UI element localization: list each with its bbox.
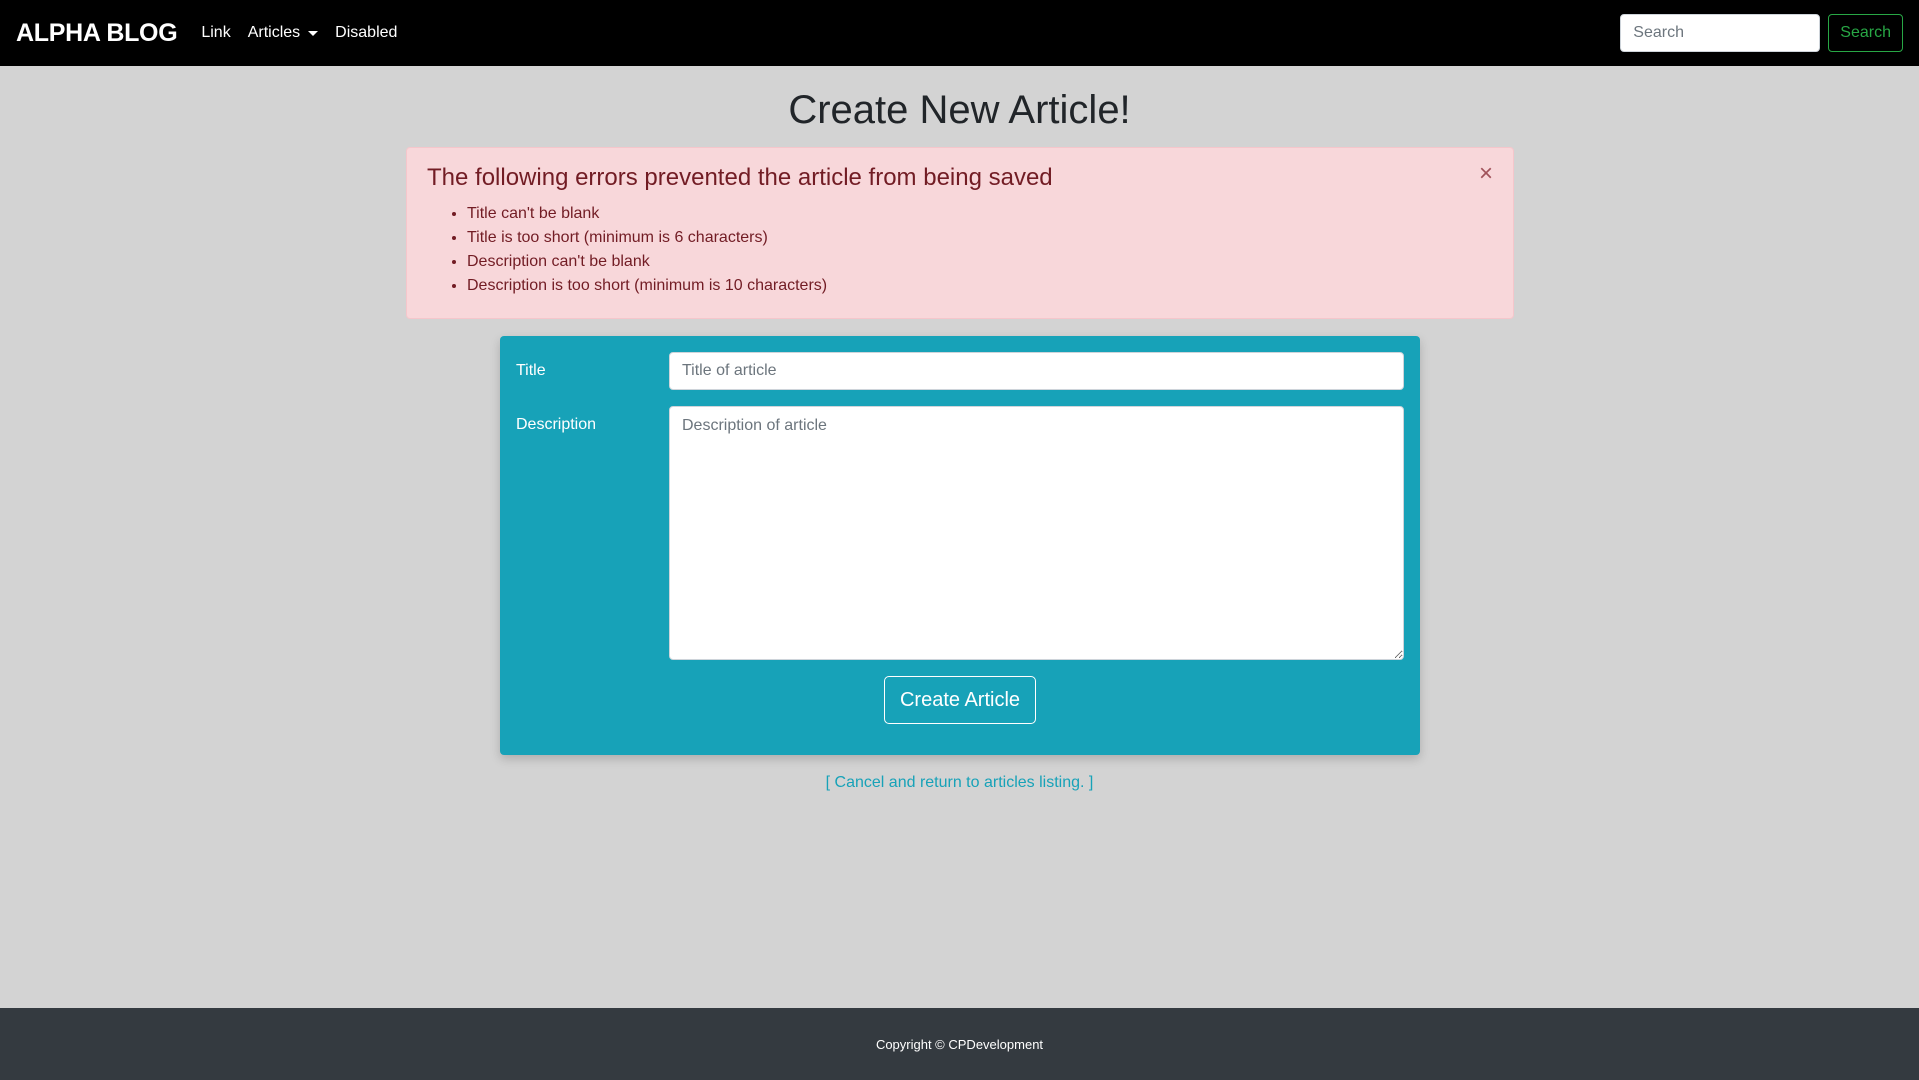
error-item: Description is too short (minimum is 10 … [467,274,1493,298]
title-label: Title [516,362,546,379]
create-article-button[interactable]: Create Article [884,676,1036,724]
copyright-text: Copyright © CPDevelopment [875,1036,1044,1052]
title-input[interactable] [669,352,1404,390]
brand-logo[interactable]: ALPHA BLOG [16,19,178,48]
description-label: Description [516,416,597,433]
error-item: Title is too short (minimum is 6 charact… [467,226,1493,250]
article-form: Title Description Create Article [500,336,1420,755]
alert-heading: The following errors prevented the artic… [427,164,1053,191]
error-item: Title can't be blank [467,202,1493,226]
nav-disabled-label: Disabled [335,24,398,41]
footer: Copyright © CPDevelopment [0,1008,1919,1080]
nav-articles-label: Articles [247,24,301,41]
caret-down-icon [308,30,319,36]
nav-disabled: Disabled [335,24,397,42]
nav-link[interactable]: Link [201,24,230,42]
nav-articles-dropdown[interactable]: Articles [247,24,319,42]
error-item: Description can't be blank [467,250,1493,274]
error-alert: The following errors prevented the artic… [406,147,1514,319]
close-icon[interactable]: × [1479,162,1493,186]
page-title: Create New Article! [788,88,1131,132]
cancel-link[interactable]: [ Cancel and return to articles listing.… [0,774,1919,792]
error-list: Title can't be blank Title is too short … [467,202,1493,298]
nav-link-label: Link [201,24,231,41]
description-textarea[interactable] [669,406,1404,660]
search-button[interactable]: Search [1828,14,1903,52]
search-form: Search [1620,14,1903,52]
search-input[interactable] [1620,14,1821,52]
cancel-link-label: [ Cancel and return to articles listing.… [825,774,1094,791]
navbar: ALPHA BLOG Link Articles Disabled Search [0,0,1919,66]
